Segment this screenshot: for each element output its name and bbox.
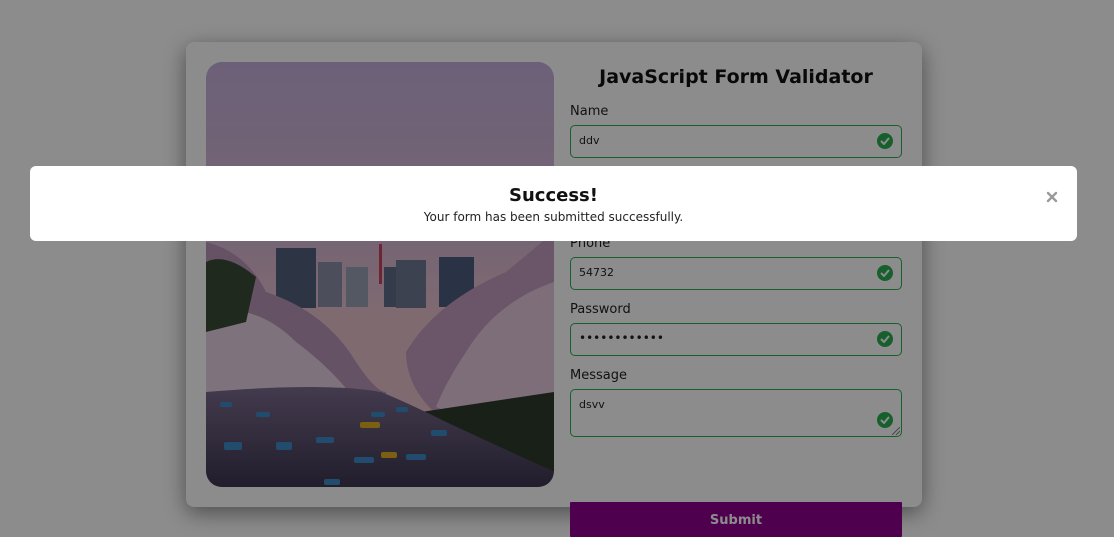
modal-message: Your form has been submitted successfull… xyxy=(423,210,684,224)
success-modal: Success! Your form has been submitted su… xyxy=(30,166,1077,241)
modal-title: Success! xyxy=(509,185,598,206)
modal-backdrop[interactable] xyxy=(0,0,1114,537)
close-icon[interactable] xyxy=(1045,189,1059,203)
